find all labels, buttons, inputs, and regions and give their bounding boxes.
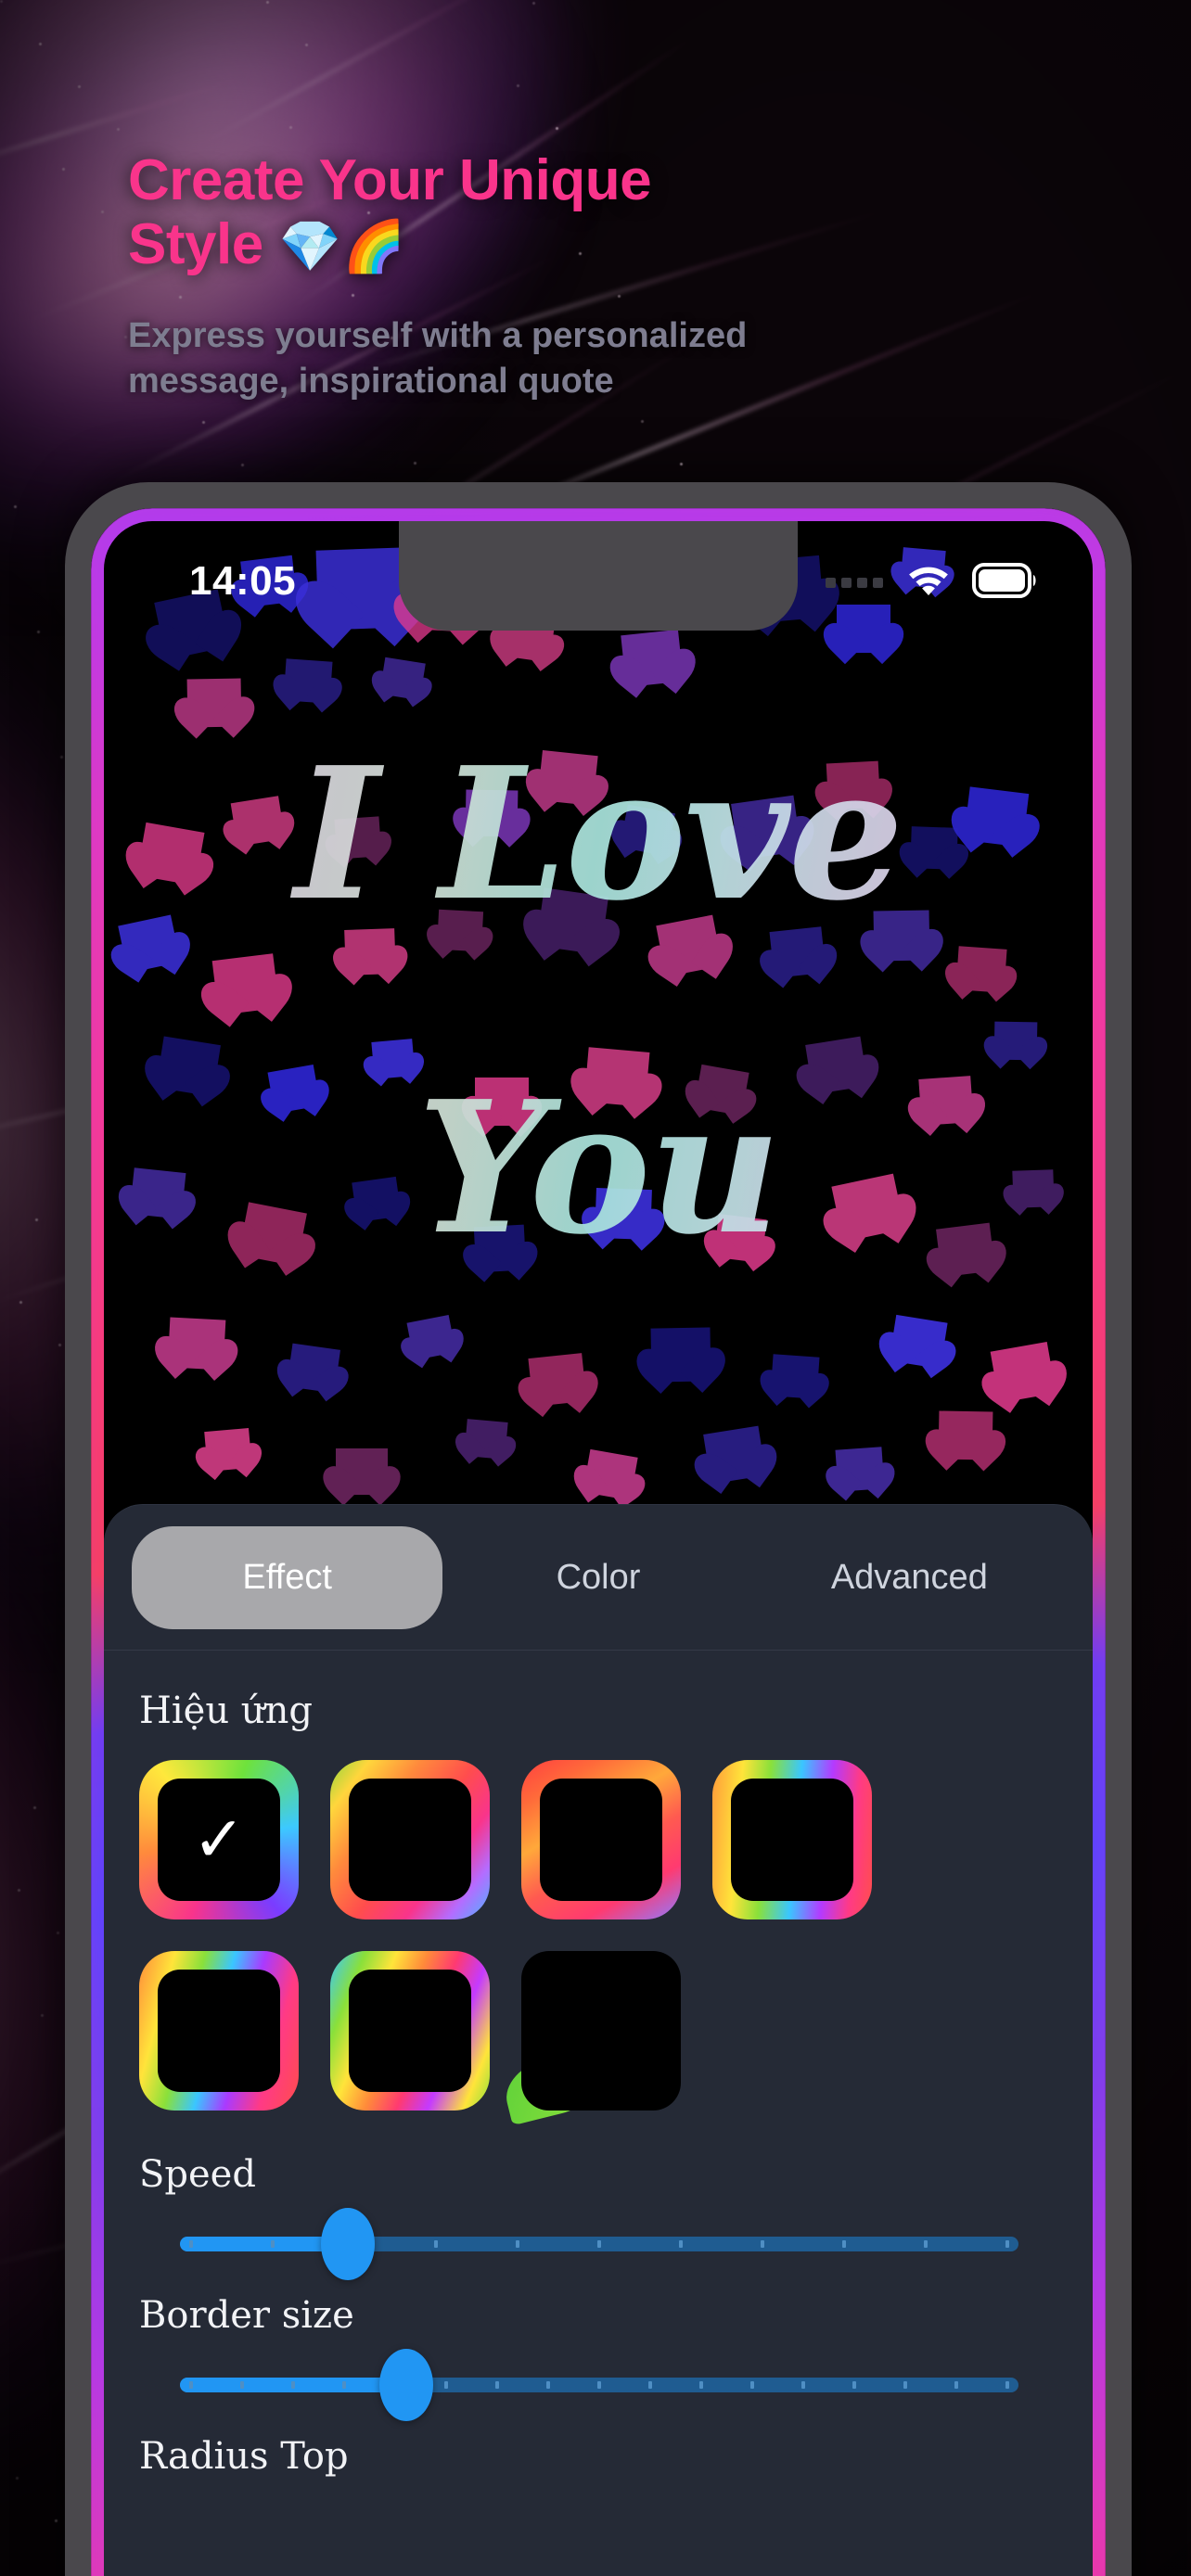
- border-size-slider-thumb[interactable]: [379, 2349, 434, 2421]
- tab-advanced[interactable]: Advanced: [754, 1526, 1065, 1629]
- signal-dots-icon: [826, 577, 883, 588]
- promo-subhead: Express yourself with a personalized mes…: [128, 313, 1037, 403]
- tab-bar: Effect Color Advanced: [104, 1505, 1093, 1650]
- speed-slider-wrap: [104, 2196, 1093, 2280]
- effect-swatch-rainbow-conic[interactable]: ✓: [139, 1760, 299, 1919]
- speed-slider[interactable]: [180, 2208, 1018, 2280]
- promo-subhead-line1: Express yourself with a personalized: [128, 316, 748, 355]
- sheet-body: Hiệu ứng ✓ Speed Border size Radius Top: [104, 1650, 1093, 2478]
- wifi-icon: [903, 562, 954, 604]
- preview-text-line2: You: [104, 1078, 1093, 1259]
- editor-sheet: Effect Color Advanced Hiệu ứng ✓ Speed B…: [104, 1504, 1093, 2576]
- battery-full-icon: [972, 562, 1039, 603]
- selected-check-icon: ✓: [192, 1804, 246, 1875]
- promo-headline: Create Your Unique Style 💎🌈: [128, 148, 1056, 277]
- effect-swatch-rainbow-full[interactable]: [330, 1951, 490, 2111]
- promo-subhead-line2: message, inspirational quote: [128, 361, 614, 401]
- speed-label: Speed: [139, 2153, 256, 2196]
- promo-headline-line2: Style: [128, 212, 263, 277]
- screen-inner: I Love You Effect Color Advanced Hiệu ứn…: [104, 521, 1093, 2576]
- tab-effect[interactable]: Effect: [132, 1525, 443, 1629]
- device-notch: [399, 521, 798, 631]
- effect-swatch-fire-warm[interactable]: [521, 1760, 681, 1919]
- effect-swatch-rainbow-vertical-1[interactable]: [712, 1760, 872, 1919]
- effect-swatch-none-black[interactable]: [498, 1951, 681, 2126]
- phone-screen: I Love You Effect Color Advanced Hiệu ứn…: [91, 508, 1106, 2576]
- phone-mockup: I Love You Effect Color Advanced Hiệu ứn…: [65, 482, 1132, 2576]
- preview-text-line1: I Love: [104, 744, 1093, 925]
- border-size-slider[interactable]: [180, 2349, 1018, 2421]
- border-size-label: Border size: [139, 2294, 354, 2337]
- radius-top-label: Radius Top: [139, 2435, 349, 2478]
- diamond-rainbow-emoji: 💎🌈: [278, 219, 407, 275]
- promo-headline-line1: Create Your Unique: [128, 148, 652, 212]
- effect-swatch-rainbow-vertical-2[interactable]: [139, 1951, 299, 2111]
- tab-color[interactable]: Color: [442, 1526, 753, 1629]
- effect-swatch-rainbow-diagonal-1[interactable]: [330, 1760, 490, 1919]
- border-size-slider-wrap: [104, 2337, 1093, 2421]
- effect-swatch-grid: ✓: [104, 1732, 1031, 2126]
- speed-slider-thumb[interactable]: [320, 2208, 375, 2280]
- effect-section-label: Hiệu ứng: [139, 1690, 313, 1732]
- status-time: 14:05: [189, 558, 297, 604]
